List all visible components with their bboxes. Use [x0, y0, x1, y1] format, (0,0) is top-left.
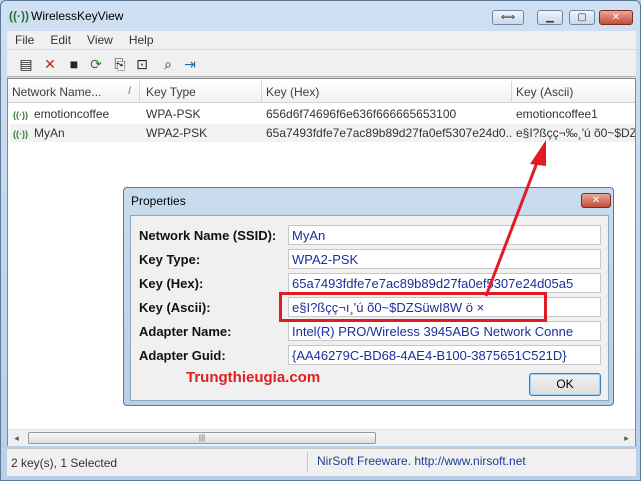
toolbar: ▤ ✕ ■ ⟳ ⎘ ⊡ ⌕ ⇥ — [7, 49, 636, 77]
export-icon[interactable]: ⊡ — [133, 55, 151, 73]
exit-icon[interactable]: ⇥ — [181, 55, 199, 73]
label-ssid: Network Name (SSID): — [139, 228, 277, 243]
sort-icon: / — [128, 86, 131, 97]
menu-edit[interactable]: Edit — [42, 33, 79, 47]
properties-icon[interactable]: ▤ — [17, 55, 35, 73]
column-network-name[interactable]: Network Name... / — [8, 81, 140, 103]
scrollbar-thumb[interactable]: ||| — [28, 432, 376, 444]
maximize-button[interactable]: ▢ — [569, 10, 595, 25]
field-key-ascii[interactable]: e§I?ßçç¬ı¸'ú õ0~$DZSüwI8W ö × — [288, 297, 601, 317]
status-bar: 2 key(s), 1 Selected NirSoft Freeware. h… — [7, 448, 636, 476]
cell-key-type: WPA2-PSK — [146, 126, 208, 140]
properties-dialog: Properties ✕ Network Name (SSID): MyAn K… — [123, 187, 614, 406]
refresh-icon[interactable]: ⟳ — [87, 55, 105, 73]
close-button[interactable]: ✕ — [599, 10, 633, 25]
restore-arrows-button[interactable]: ⟺ — [492, 10, 524, 25]
horizontal-scrollbar[interactable]: ◂ ||| ▸ — [8, 429, 635, 446]
label-key-type: Key Type: — [139, 252, 201, 267]
field-adapter-guid[interactable]: {AA46279C-BD68-4AE4-B100-3875651C521D} — [288, 345, 601, 365]
field-adapter-name[interactable]: Intel(R) PRO/Wireless 3945ABG Network Co… — [288, 321, 601, 341]
grip-icon: ||| — [198, 433, 206, 442]
dialog-body: Network Name (SSID): MyAn Key Type: WPA2… — [130, 215, 609, 401]
table-row-selected[interactable]: ((·)) MyAn WPA2-PSK 65a7493fdfe7e7ac89b8… — [10, 124, 635, 142]
menu-help[interactable]: Help — [121, 33, 162, 47]
status-count: 2 key(s), 1 Selected — [11, 456, 118, 470]
cell-key-hex: 65a7493fdfe7e7ac89b89d27fa0ef5307e24d0..… — [266, 126, 512, 140]
wifi-network-icon: ((·)) — [13, 129, 28, 139]
dialog-close-button[interactable]: ✕ — [581, 193, 611, 208]
cell-key-ascii: e§I?ßçç¬‰¸'ú õ0~$DZ — [516, 126, 635, 140]
title-bar[interactable]: ((·)) WirelessKeyView ⟺ ▁ ▢ ✕ — [1, 1, 640, 31]
label-key-ascii: Key (Ascii): — [139, 300, 211, 315]
cell-key-ascii: emotioncoffee1 — [516, 107, 598, 121]
cell-network-name: emotioncoffee — [34, 107, 110, 121]
list-header: Network Name... / Key Type Key (Hex) Key… — [8, 81, 635, 103]
menu-view[interactable]: View — [79, 33, 121, 47]
cell-network-name: MyAn — [34, 126, 65, 140]
copy-icon[interactable]: ⎘ — [111, 55, 129, 73]
table-row[interactable]: ((·)) emotioncoffee WPA-PSK 656d6f74696f… — [10, 105, 635, 123]
delete-icon[interactable]: ✕ — [41, 55, 59, 73]
save-icon[interactable]: ■ — [65, 55, 83, 73]
column-label: Network Name... — [12, 85, 102, 99]
wifi-app-icon: ((·)) — [9, 9, 29, 23]
menu-file[interactable]: File — [7, 33, 42, 47]
ok-button[interactable]: OK — [529, 373, 601, 396]
wifi-network-icon: ((·)) — [13, 110, 28, 120]
nirsoft-link[interactable]: NirSoft Freeware. http://www.nirsoft.net — [317, 454, 526, 468]
status-divider — [307, 452, 308, 472]
minimize-button[interactable]: ▁ — [537, 10, 563, 25]
find-icon[interactable]: ⌕ — [159, 55, 177, 73]
dialog-title: Properties — [131, 194, 186, 208]
scroll-left-icon[interactable]: ◂ — [8, 430, 25, 446]
field-key-type[interactable]: WPA2-PSK — [288, 249, 601, 269]
field-key-hex[interactable]: 65a7493fdfe7e7ac89b89d27fa0ef5307e24d05a… — [288, 273, 601, 293]
field-ssid[interactable]: MyAn — [288, 225, 601, 245]
cell-key-type: WPA-PSK — [146, 107, 201, 121]
label-key-hex: Key (Hex): — [139, 276, 204, 291]
cell-key-hex: 656d6f74696f6e636f666665653100 — [266, 107, 457, 121]
window-title: WirelessKeyView — [31, 9, 124, 23]
watermark-text: Trungthieugia.com — [186, 369, 321, 386]
column-key-hex[interactable]: Key (Hex) — [262, 81, 512, 103]
column-key-ascii[interactable]: Key (Ascii) — [512, 81, 635, 103]
menu-bar: File Edit View Help — [7, 31, 636, 49]
label-adapter-guid: Adapter Guid: — [139, 348, 226, 363]
label-adapter-name: Adapter Name: — [139, 324, 232, 339]
scroll-right-icon[interactable]: ▸ — [618, 430, 635, 446]
column-key-type[interactable]: Key Type — [142, 81, 262, 103]
